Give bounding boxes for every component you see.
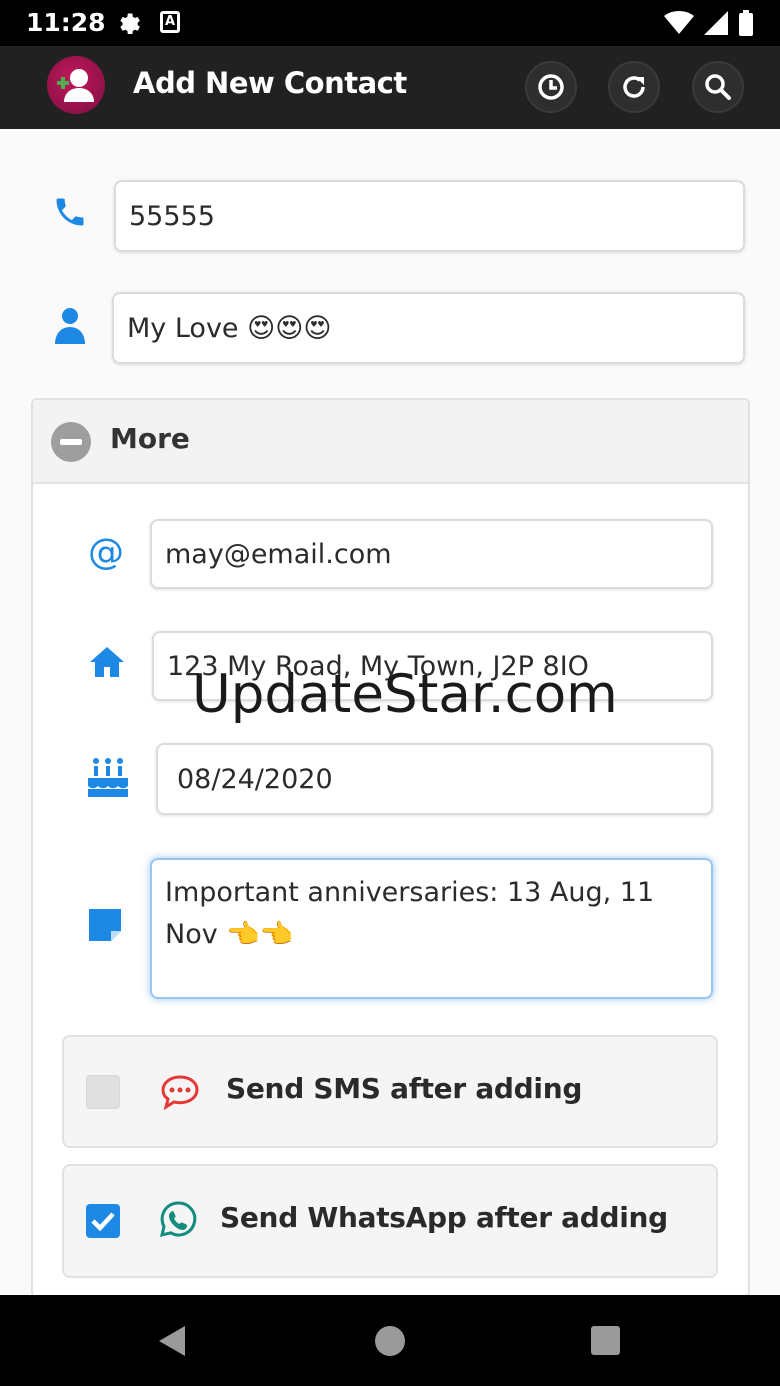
sms-label: Send SMS after adding <box>226 1072 583 1105</box>
status-bar: 11:28 A <box>0 0 780 46</box>
back-icon[interactable] <box>157 1325 187 1361</box>
sms-checkbox[interactable] <box>86 1075 120 1109</box>
phone-icon <box>50 192 90 232</box>
system-icons <box>664 10 754 36</box>
sms-option[interactable]: Send SMS after adding <box>62 1035 718 1148</box>
phone-field[interactable]: 55555 <box>114 180 745 252</box>
more-toggle[interactable]: More <box>33 400 748 484</box>
signal-icon <box>704 11 728 35</box>
email-field[interactable]: may@email.com <box>150 519 713 589</box>
recents-icon[interactable] <box>591 1326 620 1355</box>
name-value: My Love 😍😍😍 <box>127 312 332 344</box>
note-value: Important anniversaries: 13 Aug, 11 Nov … <box>165 877 655 950</box>
home-icon <box>86 642 128 682</box>
chat-bubble-icon <box>160 1074 200 1114</box>
collapse-icon <box>51 422 91 462</box>
wifi-icon <box>664 11 694 34</box>
name-field[interactable]: My Love 😍😍😍 <box>112 292 745 364</box>
navigation-bar <box>0 1295 780 1386</box>
whatsapp-checkbox[interactable] <box>86 1204 120 1238</box>
email-value: may@email.com <box>165 538 392 570</box>
app-bar: Add New Contact <box>0 46 780 129</box>
person-icon <box>50 303 90 347</box>
history-icon <box>538 74 564 100</box>
search-icon <box>705 74 731 100</box>
refresh-icon <box>623 76 645 98</box>
search-button[interactable] <box>692 61 744 113</box>
a-notification-icon: A <box>160 11 180 33</box>
at-sign-icon: @ <box>88 531 124 573</box>
watermark: UpdateStar.com <box>192 664 618 725</box>
birthday-cake-icon <box>85 755 131 799</box>
add-contact-avatar-icon <box>47 56 105 114</box>
birthday-value: 08/24/2020 <box>177 763 333 795</box>
whatsapp-label: Send WhatsApp after adding <box>220 1201 668 1234</box>
whatsapp-option[interactable]: Send WhatsApp after adding <box>62 1164 718 1278</box>
gear-icon <box>116 10 142 40</box>
page-title: Add New Contact <box>133 66 407 100</box>
status-time: 11:28 <box>26 8 106 37</box>
more-label: More <box>110 422 190 455</box>
birthday-field[interactable]: 08/24/2020 <box>156 743 713 815</box>
checkmark-icon <box>91 1212 115 1232</box>
home-nav-icon[interactable] <box>375 1326 405 1356</box>
note-icon <box>86 906 124 944</box>
history-button[interactable] <box>525 61 577 113</box>
whatsapp-icon <box>159 1200 197 1242</box>
refresh-button[interactable] <box>608 61 660 113</box>
note-textarea[interactable]: Important anniversaries: 13 Aug, 11 Nov … <box>150 858 713 999</box>
phone-value: 55555 <box>129 200 215 232</box>
battery-icon <box>739 10 753 36</box>
